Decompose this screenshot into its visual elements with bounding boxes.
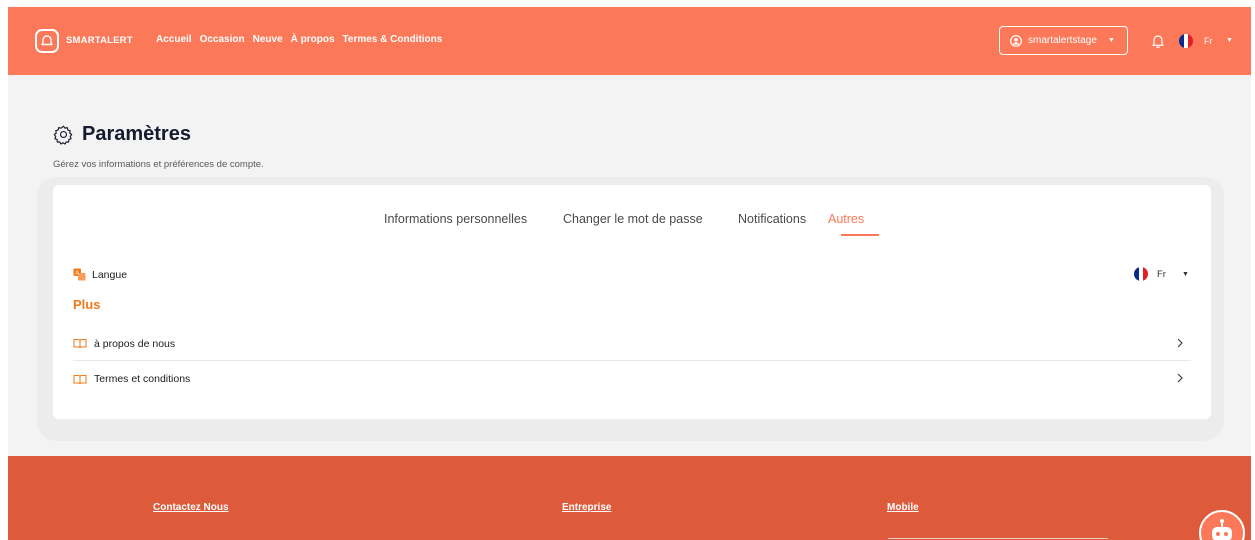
tab-notifications[interactable]: Notifications — [738, 212, 806, 226]
settings-tabs: Informations personnelles Changer le mot… — [53, 212, 1211, 238]
username-label: smartalertstage — [1028, 35, 1097, 46]
nav-link-a-propos[interactable]: À propos — [291, 34, 335, 45]
page-title: Paramètres — [53, 123, 191, 146]
chevron-right-icon — [1177, 338, 1183, 348]
list-item-label: à propos de nous — [94, 337, 176, 350]
page-subtitle: Gérez vos informations et préférences de… — [53, 159, 264, 170]
robot-icon — [1212, 519, 1232, 540]
main-nav: Accueil Occasion Neuve À propos Termes &… — [156, 34, 442, 45]
language-setting-row: A Langue — [73, 268, 127, 281]
settings-card: Informations personnelles Changer le mot… — [53, 185, 1211, 419]
nav-link-neuve[interactable]: Neuve — [253, 34, 283, 45]
bell-logo-icon[interactable] — [35, 29, 59, 53]
footer-link-entreprise[interactable]: Entreprise — [562, 502, 611, 513]
tab-autres[interactable]: Autres — [828, 212, 864, 226]
page-heading: Paramètres — [82, 123, 191, 145]
window-left-edge — [0, 0, 8, 540]
chevron-down-icon[interactable]: ▼ — [1226, 37, 1233, 44]
user-menu-button[interactable]: smartalertstage ▼ — [999, 26, 1128, 55]
bell-icon[interactable] — [1151, 33, 1165, 49]
chevron-down-icon: ▼ — [1181, 270, 1189, 278]
tab-changer-mot-de-passe[interactable]: Changer le mot de passe — [563, 212, 703, 226]
translate-icon: A — [73, 268, 86, 281]
language-dropdown[interactable]: Fr ▼ — [1134, 267, 1189, 281]
list-item-terms[interactable]: Termes et conditions — [73, 362, 1191, 396]
nav-link-accueil[interactable]: Accueil — [156, 34, 192, 45]
book-icon — [73, 374, 87, 384]
footer-link-mobile[interactable]: Mobile — [887, 502, 919, 513]
language-selector[interactable]: Fr — [1204, 36, 1213, 46]
chatbot-button[interactable] — [1199, 510, 1245, 540]
chevron-right-icon — [1177, 373, 1183, 383]
nav-link-termes[interactable]: Termes & Conditions — [343, 34, 443, 45]
brand-name[interactable]: SMARTALERT — [66, 35, 133, 46]
tab-informations-personnelles[interactable]: Informations personnelles — [384, 212, 527, 226]
chevron-down-icon: ▼ — [1107, 37, 1115, 44]
footer-link-contact[interactable]: Contactez Nous — [153, 502, 229, 513]
language-label: Langue — [92, 268, 128, 281]
gear-icon — [53, 125, 73, 145]
france-flag-icon[interactable] — [1179, 34, 1193, 48]
site-footer: Contactez Nous Entreprise Mobile — [8, 456, 1251, 540]
active-tab-indicator — [841, 234, 879, 236]
user-circle-icon — [1010, 34, 1022, 47]
svg-text:A: A — [75, 271, 79, 277]
top-navbar: SMARTALERT Accueil Occasion Neuve À prop… — [8, 7, 1251, 75]
section-title-plus: Plus — [73, 297, 101, 312]
window-right-edge — [1251, 0, 1255, 540]
book-icon — [73, 339, 87, 349]
nav-link-occasion[interactable]: Occasion — [200, 34, 245, 45]
footer-divider — [888, 538, 1108, 539]
list-item-label: Termes et conditions — [94, 373, 191, 385]
language-value: Fr — [1157, 268, 1166, 280]
france-flag-icon — [1134, 267, 1148, 281]
list-item-about-us[interactable]: à propos de nous — [73, 327, 1191, 361]
window-top-edge — [0, 0, 1255, 7]
